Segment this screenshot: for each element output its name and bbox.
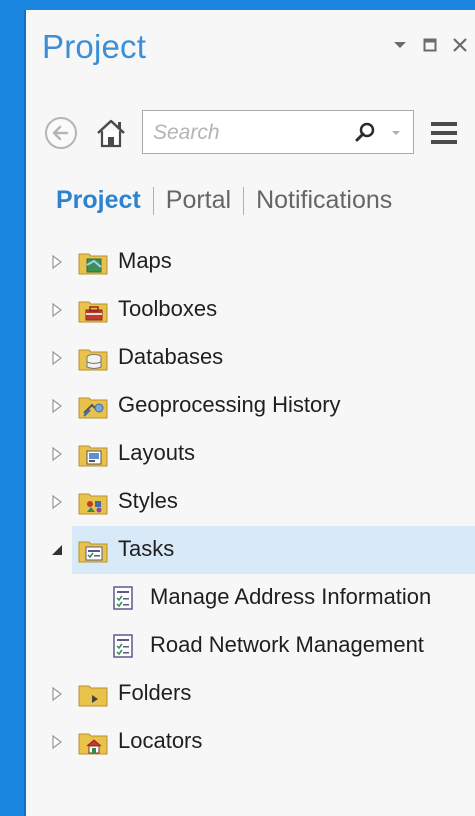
tree-item-geoprocessing-history[interactable]: Geoprocessing History: [26, 382, 475, 430]
tree-item-manage-address-information[interactable]: Manage Address Information: [26, 574, 475, 622]
toolbox-folder-icon: [78, 295, 108, 325]
tree-item-folders[interactable]: Folders: [26, 670, 475, 718]
tree-item-locators[interactable]: Locators: [26, 718, 475, 766]
search-box: [142, 110, 414, 154]
tree-item-styles[interactable]: Styles: [26, 478, 475, 526]
tab-separator: [152, 186, 154, 215]
tree-item-label: Maps: [118, 248, 172, 273]
home-icon[interactable]: [94, 116, 128, 150]
expand-triangle-icon[interactable]: [50, 494, 64, 510]
back-arrow-icon[interactable]: [44, 116, 78, 150]
chevron-down-icon[interactable]: [391, 36, 409, 54]
tree-item-label: Locators: [118, 728, 203, 753]
expand-triangle-icon[interactable]: [50, 302, 64, 318]
tree-item-label: Road Network Management: [150, 632, 424, 657]
tree-item-maps[interactable]: Maps: [26, 238, 475, 286]
task-item-icon: [108, 631, 138, 661]
tree-item-tasks[interactable]: Tasks: [52, 526, 475, 574]
tree-item-label: Geoprocessing History: [118, 392, 341, 417]
tasks-folder-icon: [78, 535, 108, 565]
pane-tabs: Project Portal Notifications: [56, 186, 392, 215]
tree-item-databases[interactable]: Databases: [26, 334, 475, 382]
task-item-icon: [108, 583, 138, 613]
search-input[interactable]: [151, 117, 335, 149]
tab-portal[interactable]: Portal: [166, 186, 231, 215]
close-icon[interactable]: [451, 36, 469, 54]
expand-triangle-icon[interactable]: [50, 398, 64, 414]
tree-item-road-network-management[interactable]: Road Network Management: [26, 622, 475, 670]
tree-item-label: Styles: [118, 488, 178, 513]
tab-project[interactable]: Project: [56, 186, 141, 215]
history-folder-icon: [78, 391, 108, 421]
tree-item-toolboxes[interactable]: Toolboxes: [26, 286, 475, 334]
window-frame: Project Search Project Portal Notificati…: [0, 0, 475, 816]
pane-title: Project: [42, 28, 147, 65]
hamburger-menu-icon[interactable]: [428, 118, 460, 148]
locator-folder-icon: [78, 727, 108, 757]
tab-notifications[interactable]: Notifications: [256, 186, 392, 215]
maximize-icon[interactable]: [421, 36, 439, 54]
styles-folder-icon: [78, 487, 108, 517]
tree-item-label: Manage Address Information: [150, 584, 432, 609]
layout-folder-icon: [78, 439, 108, 469]
tree-item-layouts[interactable]: Layouts: [26, 430, 475, 478]
expand-triangle-icon[interactable]: [50, 686, 64, 702]
search-dropdown-icon[interactable]: [389, 123, 403, 143]
toolbar: [44, 110, 466, 156]
tree-item-label: Tasks: [118, 536, 175, 561]
expand-triangle-icon[interactable]: [50, 446, 64, 462]
window-controls: [391, 36, 469, 54]
search-icon[interactable]: [353, 121, 377, 145]
folders-folder-icon: [78, 679, 108, 709]
tree-item-label: Folders: [118, 680, 192, 705]
tree-item-label: Toolboxes: [118, 296, 218, 321]
tree-item-label: Layouts: [118, 440, 196, 465]
expand-triangle-icon[interactable]: [50, 350, 64, 366]
tab-separator: [243, 186, 245, 215]
project-pane: Project Search Project Portal Notificati…: [24, 10, 475, 816]
expand-triangle-icon[interactable]: [50, 254, 64, 270]
database-folder-icon: [78, 343, 108, 373]
expand-triangle-icon[interactable]: [50, 734, 64, 750]
collapse-triangle-icon[interactable]: [50, 542, 64, 558]
tree-item-label: Databases: [118, 344, 224, 369]
maps-folder-icon: [78, 247, 108, 277]
project-tree: Maps Toolboxes Databases Geoprocessing H…: [26, 238, 475, 766]
